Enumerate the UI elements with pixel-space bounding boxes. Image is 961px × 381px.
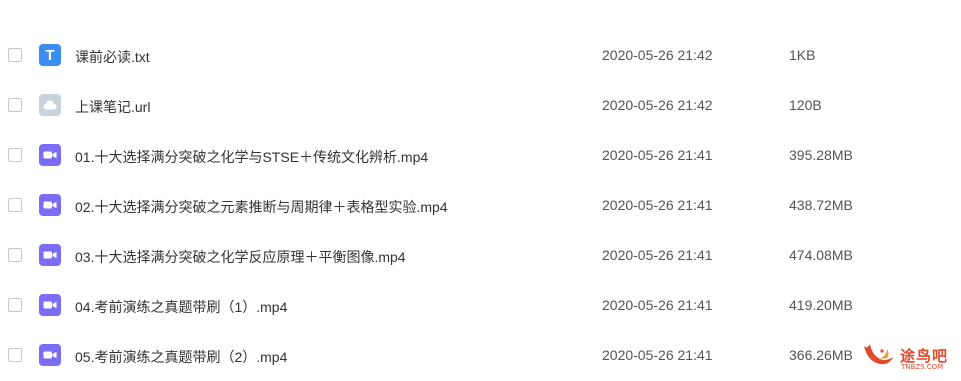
file-date: 2020-05-26 21:41 <box>602 197 713 213</box>
file-row[interactable]: 03.十大选择满分突破之化学反应原理＋平衡图像.mp4 2020-05-26 2… <box>0 231 961 281</box>
file-name[interactable]: 04.考前演练之真题带刷（1）.mp4 <box>75 297 287 317</box>
row-checkbox[interactable] <box>8 48 22 62</box>
text-file-icon: T <box>39 44 61 66</box>
file-list: T 课前必读.txt 2020-05-26 21:42 1KB 上课笔记.url… <box>0 0 961 381</box>
file-date: 2020-05-26 21:41 <box>602 347 713 363</box>
bird-logo-icon <box>864 344 893 365</box>
watermark-subtext: TNBZS.COM <box>901 363 944 371</box>
file-name[interactable]: 03.十大选择满分突破之化学反应原理＋平衡图像.mp4 <box>75 247 406 267</box>
file-size: 474.08MB <box>789 247 853 263</box>
file-name[interactable]: 课前必读.txt <box>75 47 150 67</box>
file-date: 2020-05-26 21:41 <box>602 247 713 263</box>
file-row[interactable]: 上课笔记.url 2020-05-26 21:42 120B <box>0 81 961 131</box>
file-name[interactable]: 01.十大选择满分突破之化学与STSE＋传统文化辨析.mp4 <box>75 147 428 167</box>
file-size: 395.28MB <box>789 147 853 163</box>
file-size: 120B <box>789 97 822 113</box>
file-name[interactable]: 05.考前演练之真题带刷（2）.mp4 <box>75 347 287 367</box>
file-size: 366.26MB <box>789 347 853 363</box>
row-checkbox[interactable] <box>8 98 22 112</box>
file-date: 2020-05-26 21:41 <box>602 297 713 313</box>
file-date: 2020-05-26 21:42 <box>602 47 713 63</box>
file-row[interactable]: 05.考前演练之真题带刷（2）.mp4 2020-05-26 21:41 366… <box>0 331 961 381</box>
file-name[interactable]: 02.十大选择满分突破之元素推断与周期律＋表格型实验.mp4 <box>75 197 448 217</box>
file-size: 1KB <box>789 47 816 63</box>
video-file-icon <box>39 294 61 316</box>
file-row[interactable]: T 课前必读.txt 2020-05-26 21:42 1KB <box>0 31 961 81</box>
file-row[interactable]: 01.十大选择满分突破之化学与STSE＋传统文化辨析.mp4 2020-05-2… <box>0 131 961 181</box>
file-date: 2020-05-26 21:42 <box>602 97 713 113</box>
file-size: 419.20MB <box>789 297 853 313</box>
video-file-icon <box>39 194 61 216</box>
file-date: 2020-05-26 21:41 <box>602 147 713 163</box>
file-name[interactable]: 上课笔记.url <box>75 97 150 117</box>
row-checkbox[interactable] <box>8 248 22 262</box>
row-checkbox[interactable] <box>8 298 22 312</box>
video-file-icon <box>39 244 61 266</box>
video-file-icon <box>39 144 61 166</box>
file-row[interactable]: 02.十大选择满分突破之元素推断与周期律＋表格型实验.mp4 2020-05-2… <box>0 181 961 231</box>
row-checkbox[interactable] <box>8 148 22 162</box>
file-row[interactable]: 04.考前演练之真题带刷（1）.mp4 2020-05-26 21:41 419… <box>0 281 961 331</box>
video-file-icon <box>39 344 61 366</box>
cloud-link-icon <box>39 94 61 116</box>
file-row-partial[interactable] <box>0 0 961 31</box>
watermark-logo: 途鸟吧 TNBZS.COM <box>858 340 958 376</box>
row-checkbox[interactable] <box>8 198 22 212</box>
file-size: 438.72MB <box>789 197 853 213</box>
row-checkbox[interactable] <box>8 348 22 362</box>
